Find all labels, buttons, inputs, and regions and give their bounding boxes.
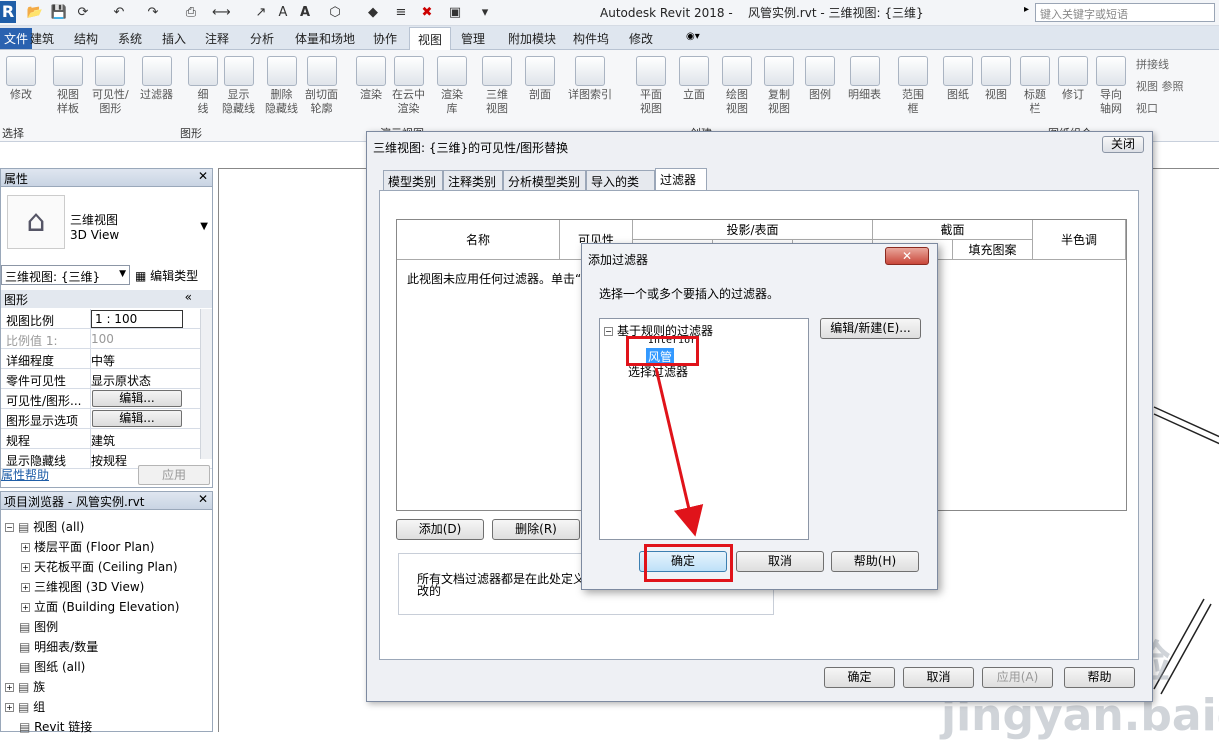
annotation-arrow bbox=[654, 367, 704, 537]
